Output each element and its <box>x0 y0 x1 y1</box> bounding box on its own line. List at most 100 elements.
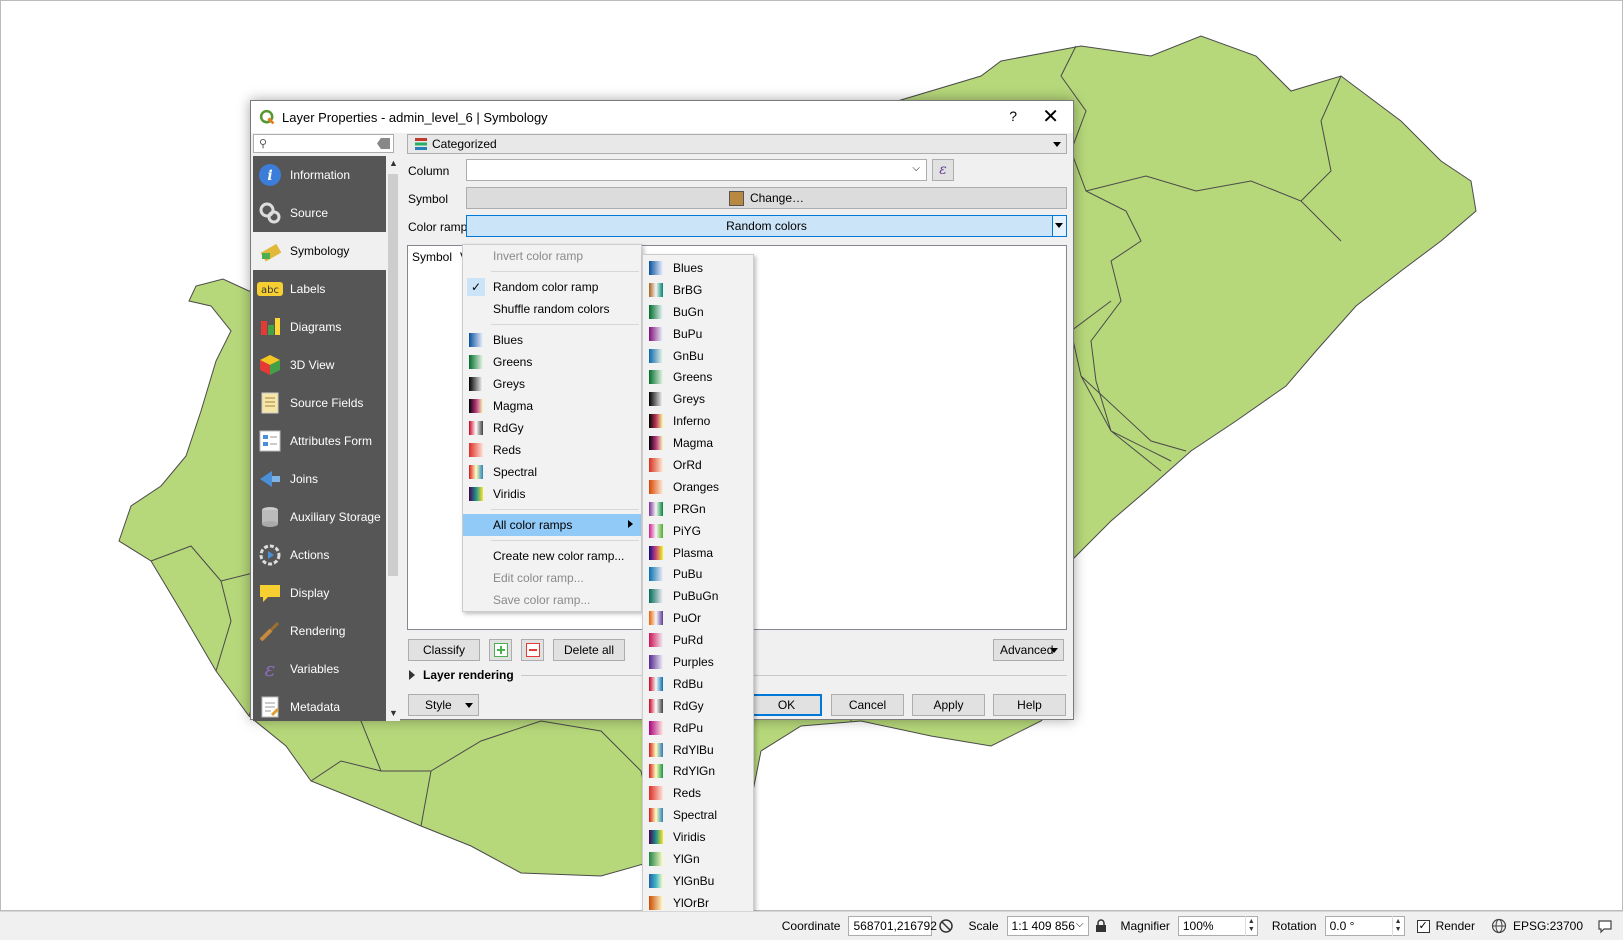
submenu-ramp-rdgy[interactable]: RdGy <box>643 695 753 717</box>
menu-invert-ramp[interactable]: Invert color ramp <box>463 245 641 267</box>
rotation-spinbox[interactable]: 0.0 ° ▲ ▼ <box>1324 916 1405 936</box>
submenu-ramp-magma[interactable]: Magma <box>643 432 753 454</box>
sidebar-item-rendering[interactable]: Rendering <box>253 612 386 650</box>
submenu-ramp-piyg[interactable]: PiYG <box>643 520 753 542</box>
submenu-ramp-oranges[interactable]: Oranges <box>643 476 753 498</box>
advanced-button[interactable]: Advanced <box>993 639 1064 661</box>
menu-shuffle-colors[interactable]: Shuffle random colors <box>463 298 641 320</box>
ok-button[interactable]: OK <box>751 694 822 716</box>
help-dialog-button[interactable]: Help <box>993 694 1066 716</box>
submenu-ramp-spectral[interactable]: Spectral <box>643 804 753 826</box>
submenu-ramp-prgn[interactable]: PRGn <box>643 498 753 520</box>
sidebar-item-3d-view[interactable]: 3D View <box>253 346 386 384</box>
classify-button[interactable]: Classify <box>408 639 480 661</box>
menu-label: RdGy <box>493 421 524 435</box>
section-divider <box>521 675 1067 676</box>
globe-icon[interactable] <box>1491 918 1507 934</box>
spin-arrows-icon[interactable]: ▲ ▼ <box>1391 916 1404 936</box>
sidebar-item-diagrams[interactable]: Diagrams <box>253 308 386 346</box>
menu-ramp-rdgy[interactable]: RdGy <box>463 417 641 439</box>
remove-class-button[interactable] <box>521 639 544 661</box>
toggle-extents-icon[interactable] <box>938 918 954 934</box>
sidebar-item-variables[interactable]: ε Variables <box>253 650 386 688</box>
add-class-button[interactable] <box>489 639 512 661</box>
dialog-titlebar[interactable]: Layer Properties - admin_level_6 | Symbo… <box>251 101 1073 133</box>
crs-label[interactable]: EPSG:23700 <box>1513 919 1583 933</box>
submenu-ramp-bupu[interactable]: BuPu <box>643 323 753 345</box>
layer-rendering-toggle[interactable]: Layer rendering <box>409 668 514 682</box>
submenu-ramp-plasma[interactable]: Plasma <box>643 542 753 564</box>
sidebar-item-display[interactable]: Display <box>253 574 386 612</box>
spin-arrows-icon[interactable]: ▲ ▼ <box>1244 916 1257 936</box>
sidebar-item-symbology[interactable]: Symbology <box>253 232 386 270</box>
submenu-ramp-bugn[interactable]: BuGn <box>643 301 753 323</box>
scale-combo[interactable]: 1:1 409 856 ⌵ <box>1006 916 1089 936</box>
sidebar-item-metadata[interactable]: Metadata <box>253 688 386 726</box>
sidebar-item-auxiliary-storage[interactable]: Auxiliary Storage <box>253 498 386 536</box>
ramp-dropdown-button[interactable] <box>1052 216 1066 236</box>
close-button[interactable]: ✕ <box>1042 104 1059 129</box>
clear-icon[interactable] <box>377 138 390 149</box>
style-button[interactable]: Style <box>408 694 479 716</box>
menu-save-ramp[interactable]: Save color ramp... <box>463 589 641 611</box>
submenu-ramp-rdbu[interactable]: RdBu <box>643 673 753 695</box>
sidebar-item-source-fields[interactable]: Source Fields <box>253 384 386 422</box>
scrollbar-thumb[interactable] <box>388 174 398 576</box>
menu-ramp-viridis[interactable]: Viridis <box>463 483 641 505</box>
sidebar-item-joins[interactable]: Joins <box>253 460 386 498</box>
sidebar-item-source[interactable]: Source <box>253 194 386 232</box>
menu-create-ramp[interactable]: Create new color ramp... <box>463 545 641 567</box>
apply-button[interactable]: Apply <box>912 694 985 716</box>
submenu-ramp-pubu[interactable]: PuBu <box>643 563 753 585</box>
menu-ramp-greys[interactable]: Greys <box>463 373 641 395</box>
submenu-ramp-reds[interactable]: Reds <box>643 782 753 804</box>
symbol-change-button[interactable]: Change… <box>466 187 1067 209</box>
sidebar-item-actions[interactable]: Actions <box>253 536 386 574</box>
submenu-ramp-pubugn[interactable]: PuBuGn <box>643 585 753 607</box>
submenu-ramp-ylgnbu[interactable]: YlGnBu <box>643 870 753 892</box>
cancel-button[interactable]: Cancel <box>831 694 904 716</box>
magnifier-spinbox[interactable]: 100% ▲ ▼ <box>1177 916 1258 936</box>
submenu-ramp-brbg[interactable]: BrBG <box>643 279 753 301</box>
menu-edit-ramp[interactable]: Edit color ramp... <box>463 567 641 589</box>
menu-all-color-ramps[interactable]: All color ramps <box>463 514 641 536</box>
render-checkbox[interactable]: ✓ <box>1416 919 1430 933</box>
scroll-up-icon[interactable]: ▲ <box>389 158 398 168</box>
menu-ramp-greens[interactable]: Greens <box>463 351 641 373</box>
submenu-ramp-greys[interactable]: Greys <box>643 388 753 410</box>
submenu-ramp-inferno[interactable]: Inferno <box>643 410 753 432</box>
menu-ramp-magma[interactable]: Magma <box>463 395 641 417</box>
renderer-type-combo[interactable]: Categorized <box>407 134 1067 154</box>
submenu-ramp-viridis[interactable]: Viridis <box>643 826 753 848</box>
messages-icon[interactable] <box>1597 918 1613 934</box>
sidebar-scrollbar[interactable]: ▲ ▼ <box>386 156 400 721</box>
scroll-down-icon[interactable]: ▼ <box>389 708 398 718</box>
sidebar-item-information[interactable]: i Information <box>253 156 386 194</box>
sidebar-item-labels[interactable]: abc Labels <box>253 270 386 308</box>
lock-icon[interactable] <box>1095 919 1107 933</box>
submenu-ramp-gnbu[interactable]: GnBu <box>643 345 753 367</box>
expression-button[interactable]: ε <box>932 159 954 181</box>
menu-ramp-blues[interactable]: Blues <box>463 329 641 351</box>
menu-ramp-reds[interactable]: Reds <box>463 439 641 461</box>
column-combo[interactable]: ⌵ <box>466 159 927 181</box>
submenu-ramp-puor[interactable]: PuOr <box>643 607 753 629</box>
submenu-ramp-rdylbu[interactable]: RdYlBu <box>643 739 753 761</box>
advanced-label: Advanced <box>1000 643 1054 657</box>
help-button[interactable]: ? <box>1009 108 1017 124</box>
menu-random-ramp[interactable]: ✓ Random color ramp <box>463 276 641 298</box>
submenu-ramp-orrd[interactable]: OrRd <box>643 454 753 476</box>
submenu-ramp-ylgn[interactable]: YlGn <box>643 848 753 870</box>
submenu-ramp-greens[interactable]: Greens <box>643 366 753 388</box>
submenu-ramp-rdpu[interactable]: RdPu <box>643 717 753 739</box>
submenu-ramp-purd[interactable]: PuRd <box>643 629 753 651</box>
sidebar-search-input[interactable]: ⚲ <box>253 134 394 153</box>
menu-ramp-spectral[interactable]: Spectral <box>463 461 641 483</box>
color-ramp-combo[interactable]: Random colors <box>466 215 1067 237</box>
submenu-ramp-rdylgn[interactable]: RdYlGn <box>643 760 753 782</box>
submenu-ramp-purples[interactable]: Purples <box>643 651 753 673</box>
sidebar-item-attributes-form[interactable]: Attributes Form <box>253 422 386 460</box>
delete-all-button[interactable]: Delete all <box>553 639 625 661</box>
submenu-ramp-blues[interactable]: Blues <box>643 257 753 279</box>
coordinate-field[interactable]: 568701,216792 <box>848 916 937 936</box>
